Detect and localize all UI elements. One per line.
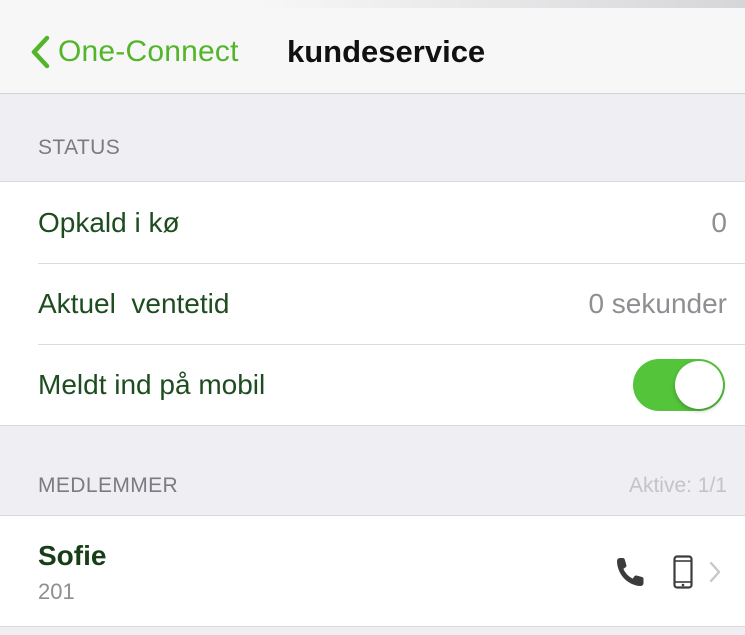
member-name: Sofie bbox=[38, 539, 107, 571]
current-wait-time-row: Aktuel ventetid 0 sekunder bbox=[0, 263, 745, 344]
member-icons bbox=[615, 554, 721, 589]
calls-in-queue-label: Opkald i kø bbox=[38, 206, 180, 238]
calls-in-queue-row: Opkald i kø 0 bbox=[0, 182, 745, 263]
current-wait-time-label: Aktuel ventetid bbox=[38, 287, 230, 319]
calls-in-queue-value: 0 bbox=[711, 206, 727, 238]
member-extension: 201 bbox=[38, 578, 75, 604]
members-section-header: MEDLEMMER Aktive: 1/1 bbox=[0, 466, 745, 506]
status-group: Opkald i kø 0 Aktuel ventetid 0 sekunder… bbox=[0, 181, 745, 426]
phone-icon bbox=[615, 556, 645, 588]
back-button[interactable]: One-Connect bbox=[30, 32, 239, 72]
navigation-bar: One-Connect kundeservice bbox=[0, 0, 745, 94]
signed-in-mobile-row: Meldt ind på mobil bbox=[0, 344, 745, 425]
members-header-label: MEDLEMMER bbox=[38, 474, 179, 497]
toggle-knob bbox=[675, 360, 723, 409]
status-header-label: STATUS bbox=[38, 136, 121, 159]
status-section-header: STATUS bbox=[0, 128, 745, 168]
chevron-right-icon bbox=[709, 561, 721, 583]
back-button-label: One-Connect bbox=[58, 35, 239, 68]
current-wait-time-value: 0 sekunder bbox=[588, 287, 727, 319]
active-members-count: Aktive: 1/1 bbox=[628, 474, 727, 497]
page-title: kundeservice bbox=[287, 34, 486, 69]
members-group: Sofie 201 bbox=[0, 515, 745, 627]
member-info: Sofie 201 bbox=[38, 539, 106, 605]
mobile-icon bbox=[673, 554, 693, 589]
signed-in-mobile-toggle[interactable] bbox=[633, 358, 725, 411]
chevron-left-icon bbox=[30, 35, 50, 69]
member-row[interactable]: Sofie 201 bbox=[0, 516, 745, 627]
signed-in-mobile-label: Meldt ind på mobil bbox=[38, 368, 266, 400]
top-strip bbox=[260, 0, 745, 8]
